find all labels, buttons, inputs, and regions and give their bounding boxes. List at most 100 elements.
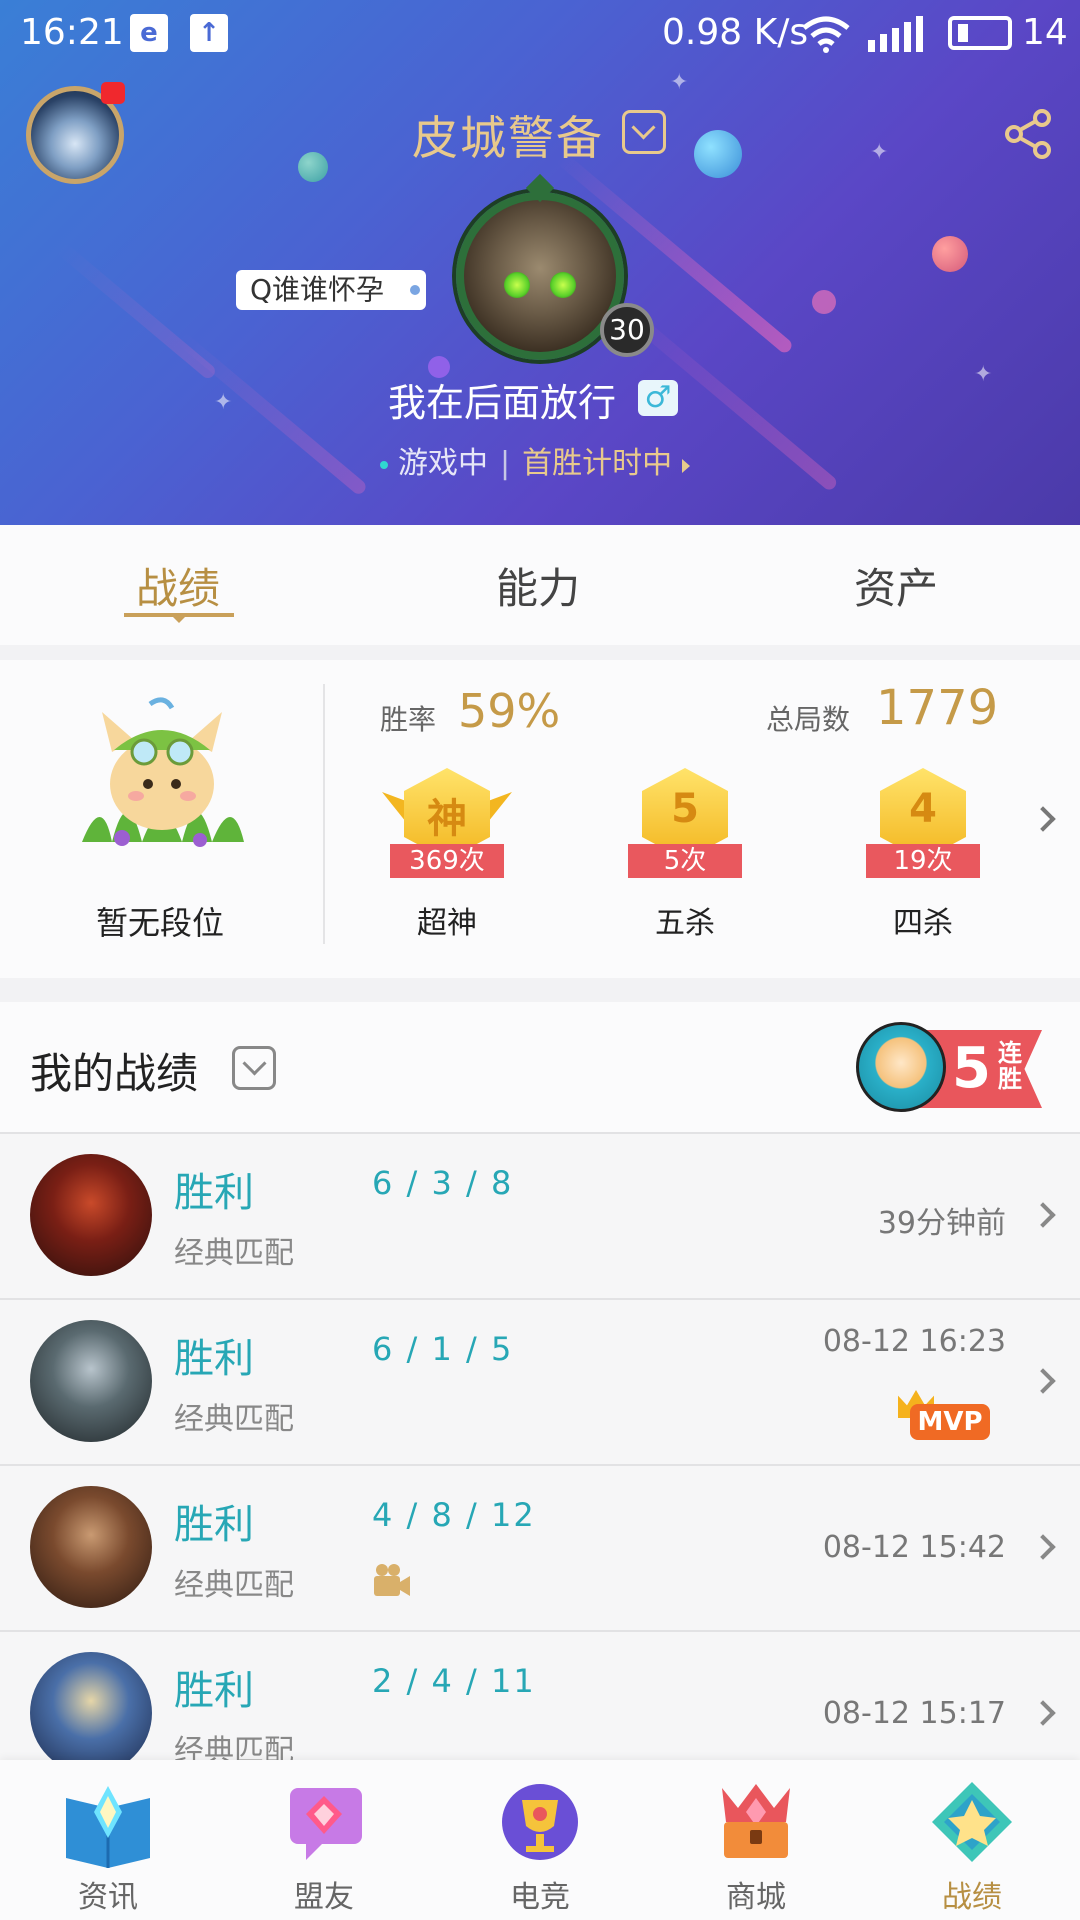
chevron-right-icon (1030, 1700, 1056, 1726)
rank-label: 暂无段位 (96, 904, 225, 942)
friends-heart-icon (290, 1788, 362, 1860)
match-mode: 经典匹配 (174, 1236, 294, 1271)
match-kda: 6 / 3 / 8 (372, 1164, 514, 1202)
stats-panel[interactable]: 暂无段位 胜率 59% 总局数 1779 神 369次 超神 5 5次 五杀 4… (0, 660, 1080, 978)
streak-number: 5 (952, 1036, 991, 1101)
active-tab-indicator (124, 613, 234, 623)
champion-portrait (30, 1486, 152, 1608)
decor-star: ✦ (214, 390, 233, 415)
match-time: 08-12 15:17 (822, 1696, 1006, 1731)
decor-star: ✦ (974, 362, 993, 387)
video-replay-icon[interactable] (372, 1562, 412, 1598)
nickname: 我在后面放行 (388, 381, 617, 425)
signal-icon (868, 16, 923, 52)
match-kda: 2 / 4 / 11 (372, 1662, 536, 1700)
champion-portrait (30, 1154, 152, 1276)
status-time: 16:21 (20, 12, 124, 53)
profile-header: ✦ ✦ ✦ ✦ 16:21 e ↑ 0.98 K/s 14 皮城警备 Q谁谁怀孕… (0, 0, 1080, 525)
qq-name-tag[interactable]: Q谁谁怀孕 (236, 270, 426, 310)
decor-streak (55, 241, 218, 381)
total-games-value: 1779 (876, 680, 999, 736)
notification-badge (101, 82, 125, 104)
hero-eye (550, 272, 576, 298)
nav-store[interactable]: 商城 (648, 1760, 864, 1920)
medal-count: 369次 (390, 844, 504, 878)
news-book-icon (66, 1786, 150, 1868)
match-result: 胜利 (174, 1170, 254, 1216)
win-rate-value: 59% (458, 684, 561, 738)
chevron-right-icon (1030, 1202, 1056, 1228)
match-row[interactable]: 胜利 经典匹配 4 / 8 / 12 08-12 15:42 (0, 1464, 1080, 1630)
streak-text: 连胜 (998, 1039, 1022, 1093)
decor-bubble (298, 152, 328, 182)
win-streak-badge: 5 连胜 (856, 1022, 1042, 1118)
match-time: 08-12 15:42 (822, 1530, 1006, 1565)
unranked-teemo-icon (82, 697, 244, 847)
medal-glyph: 5 (671, 786, 699, 832)
nav-label: 电竞 (510, 1880, 570, 1915)
medal-wing (488, 792, 512, 822)
records-title: 我的战绩 (30, 1049, 199, 1098)
hero-eye (504, 272, 530, 298)
decor-bubble (694, 130, 742, 178)
match-row[interactable]: 胜利 经典匹配 6 / 3 / 8 39分钟前 (0, 1132, 1080, 1298)
match-mode: 经典匹配 (174, 1402, 294, 1437)
wifi-icon (802, 16, 850, 53)
nav-news[interactable]: 资讯 (0, 1760, 216, 1920)
streak-character-icon (856, 1022, 946, 1112)
match-result: 胜利 (174, 1336, 254, 1382)
match-result: 胜利 (174, 1668, 254, 1714)
tab-ability[interactable]: 能力 (496, 555, 580, 616)
tab-assets[interactable]: 资产 (854, 555, 938, 616)
medal-wing (382, 792, 406, 822)
profile-tabs: 战绩 能力 资产 (0, 525, 1080, 645)
nav-esports[interactable]: 电竞 (432, 1760, 648, 1920)
medal-name: 四杀 (893, 906, 953, 941)
match-time: 08-12 16:23 (822, 1324, 1006, 1359)
medal-count: 5次 (628, 844, 742, 878)
game-status: 游戏中 (398, 446, 488, 481)
match-kda: 4 / 8 / 12 (372, 1496, 536, 1534)
browser-notification-icon: e (130, 14, 168, 52)
decor-bubble (812, 290, 836, 314)
chevron-right-icon (1030, 1534, 1056, 1560)
match-row[interactable]: 胜利 经典匹配 6 / 1 / 5 08-12 16:23 MVP (0, 1298, 1080, 1464)
share-icon[interactable] (1004, 108, 1054, 160)
profile-hero-icon[interactable] (456, 192, 624, 360)
record-emblem-icon (932, 1782, 1012, 1862)
store-chest-icon (722, 1784, 790, 1858)
server-name[interactable]: 皮城警备 (412, 102, 604, 168)
penta-kill-medal: 5 5次 (620, 764, 750, 894)
nav-friends[interactable]: 盟友 (216, 1760, 432, 1920)
chevron-right-icon[interactable] (1030, 806, 1056, 832)
records-filter-dropdown-icon[interactable] (232, 1046, 276, 1090)
first-win-timer: 首胜计时中 (522, 446, 673, 481)
match-time: 39分钟前 (877, 1206, 1006, 1241)
stats-divider (323, 684, 325, 944)
quadra-kill-medal: 4 19次 (858, 764, 988, 894)
match-kda: 6 / 1 / 5 (372, 1330, 514, 1368)
esports-trophy-icon (502, 1784, 578, 1860)
upload-notification-icon: ↑ (190, 14, 228, 52)
battery-icon (948, 16, 1012, 50)
match-result: 胜利 (174, 1502, 254, 1548)
arrow-right-icon (682, 459, 691, 473)
champion-portrait (30, 1652, 152, 1774)
male-gender-icon: ♂ (638, 380, 678, 416)
nav-records[interactable]: 战绩 (864, 1760, 1080, 1920)
mvp-label: MVP (910, 1404, 990, 1440)
win-rate-label: 胜率 (380, 703, 437, 736)
status-separator: | (500, 446, 511, 481)
decor-streak (175, 331, 369, 497)
nav-label: 资讯 (78, 1880, 138, 1915)
server-dropdown-icon[interactable] (622, 110, 666, 154)
battery-level: 14 (1022, 12, 1068, 53)
medal-name: 超神 (417, 906, 477, 941)
tab-records[interactable]: 战绩 (136, 555, 220, 616)
decor-bubble (932, 236, 968, 272)
medal-glyph: 4 (909, 786, 937, 832)
mvp-badge: MVP (898, 1390, 990, 1440)
net-speed: 0.98 K/s (662, 12, 809, 53)
records-header: 我的战绩 5 连胜 (0, 1002, 1080, 1132)
game-status-line[interactable]: 游戏中 | 首胜计时中 (380, 438, 691, 482)
